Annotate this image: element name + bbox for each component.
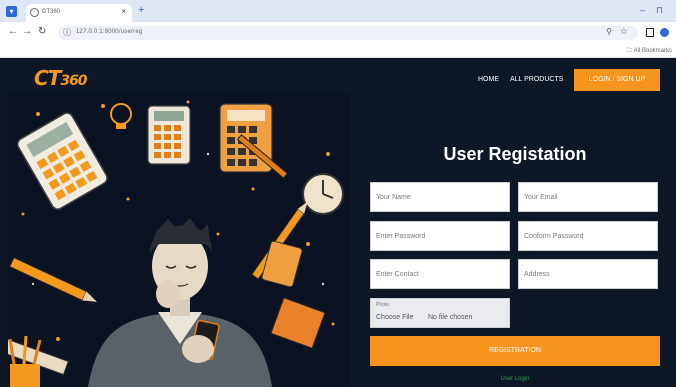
photo-upload: Photo Choose File No file chosen <box>370 298 510 328</box>
email-input[interactable]: Your Email <box>518 182 658 212</box>
zoom-icon[interactable]: ⚲ <box>606 27 612 36</box>
all-bookmarks-label: All Bookmarks <box>633 48 672 54</box>
bookmarks-bar: 🗀 All Bookmarks <box>0 44 676 58</box>
nav-all-products-link[interactable]: ALL PRODUCTS <box>510 76 563 83</box>
address-bar[interactable]: ⓘ 127.0.0.1:8000/userreg ⚲ ☆ <box>58 26 638 40</box>
hero-illustration <box>8 94 350 387</box>
browser-tab-bar: ▾ ◦ CT360 × + – ⊓ <box>0 0 676 22</box>
nav-home-link[interactable]: HOME <box>478 76 499 83</box>
url-text: 127.0.0.1:8000/userreg <box>76 29 143 35</box>
page-content: CT360 HOME ALL PRODUCTS LOGIN / SIGN UP <box>0 58 676 387</box>
back-icon[interactable]: ← <box>8 26 18 38</box>
tab-search-icon[interactable]: ▾ <box>6 6 17 17</box>
confirm-password-input[interactable]: Conform Password <box>518 221 658 251</box>
new-tab-button[interactable]: + <box>138 4 144 16</box>
user-login-link[interactable]: User Login <box>370 376 660 382</box>
minimize-icon[interactable]: – <box>640 5 645 15</box>
registration-button[interactable]: REGISTRATION <box>370 336 660 366</box>
password-input[interactable]: Enter Password <box>370 221 510 251</box>
close-icon[interactable]: × <box>121 7 126 16</box>
address-input[interactable]: Address <box>518 259 658 289</box>
logo-main: CT <box>34 66 61 90</box>
site-info-icon[interactable]: ⓘ <box>63 27 71 38</box>
name-input[interactable]: Your Name <box>370 182 510 212</box>
file-status-text: No file chosen <box>428 314 473 321</box>
browser-toolbar: ← → ↻ ⓘ 127.0.0.1:8000/userreg ⚲ ☆ <box>0 22 676 44</box>
bookmark-star-icon[interactable]: ☆ <box>620 26 628 37</box>
reload-icon[interactable]: ↻ <box>38 26 46 38</box>
registration-title: User Registation <box>443 144 587 164</box>
maximize-icon[interactable]: ⊓ <box>656 5 663 16</box>
site-logo[interactable]: CT360 <box>34 66 88 90</box>
photo-label: Photo <box>376 302 390 308</box>
globe-icon: ◦ <box>30 8 39 17</box>
site-navbar: CT360 HOME ALL PRODUCTS LOGIN / SIGN UP <box>0 58 676 98</box>
tab-title: CT360 <box>42 9 61 15</box>
login-signup-button[interactable]: LOGIN / SIGN UP <box>574 69 660 91</box>
forward-icon[interactable]: → <box>22 26 32 38</box>
contact-input[interactable]: Enter Contact <box>370 259 510 289</box>
browser-tab[interactable]: ◦ CT360 × <box>26 4 132 22</box>
profile-avatar[interactable] <box>660 28 669 37</box>
logo-suffix: 360 <box>60 73 87 89</box>
extension-icon[interactable] <box>646 28 654 37</box>
choose-file-button[interactable]: Choose File <box>376 314 413 321</box>
all-bookmarks-folder[interactable]: 🗀 All Bookmarks <box>626 46 672 56</box>
